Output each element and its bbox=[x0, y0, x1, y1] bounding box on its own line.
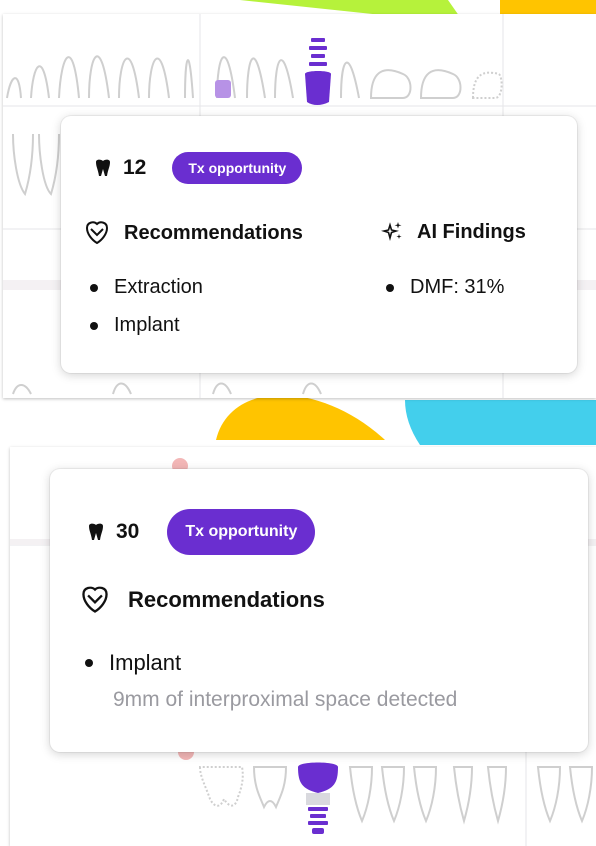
tooth-icon bbox=[89, 523, 103, 540]
ai-findings-title: AI Findings bbox=[417, 220, 526, 243]
ai-findings-list: DMF: 31% bbox=[384, 277, 504, 315]
tx-opportunity-badge: Tx opportunity bbox=[172, 152, 303, 184]
tooth-12-card: 12 Tx opportunity Recommendations AI Fin… bbox=[61, 116, 577, 373]
recommendations-list: Implant bbox=[83, 652, 181, 690]
tooth-outline-icon bbox=[82, 586, 108, 613]
recommendations-title: Recommendations bbox=[128, 587, 325, 612]
recommendations-list: Extraction Implant bbox=[88, 277, 203, 353]
list-item: Implant bbox=[83, 652, 181, 674]
tooth-number: 12 bbox=[123, 156, 147, 179]
tooth-outline-icon bbox=[85, 221, 109, 245]
list-item: Extraction bbox=[88, 277, 203, 298]
list-item: DMF: 31% bbox=[384, 277, 504, 298]
tooth-number: 30 bbox=[116, 520, 140, 543]
recommendations-title: Recommendations bbox=[124, 221, 303, 244]
tx-opportunity-badge: Tx opportunity bbox=[167, 509, 316, 555]
list-item: Implant bbox=[88, 315, 203, 336]
tooth-icon bbox=[96, 159, 110, 176]
tooth-30-card: 30 Tx opportunity Recommendations Implan… bbox=[50, 469, 588, 752]
implant-note: 9mm of interproximal space detected bbox=[113, 688, 458, 711]
sparkle-icon bbox=[381, 222, 402, 242]
